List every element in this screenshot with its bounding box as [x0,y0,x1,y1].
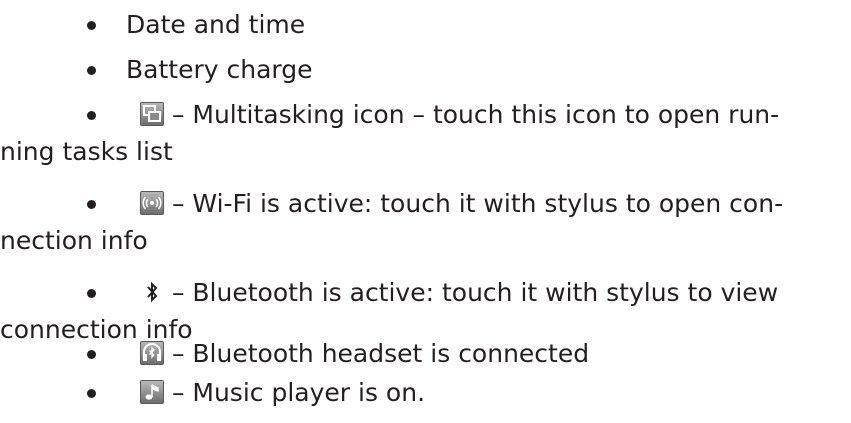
list-item: – Wi-Fi is active: touch it with stylus … [84,184,783,224]
list-item: – Multitasking icon – touch this icon to… [84,95,779,135]
multitasking-icon [140,102,164,126]
bullet [84,273,102,313]
bluetooth-icon [140,273,164,313]
bullet [84,334,102,374]
list-item-text: – Bluetooth headset is connected [164,339,590,368]
list-item-text: nection info [0,226,148,255]
list-item-text: – Wi-Fi is active: touch it with stylus … [164,189,784,218]
list-item: – Bluetooth is active: touch it with sty… [84,273,778,313]
list-item: – Bluetooth headset is connected [84,334,589,374]
bullet [84,5,102,45]
list-item: Date and time [84,5,305,45]
list-item-text: – Bluetooth is active: touch it with sty… [164,278,779,307]
bluetooth-headset-icon [140,341,164,365]
list-item-text: Date and time [126,10,306,39]
list-item-continuation: nection info [0,221,148,261]
list-item-text: ning tasks list [0,137,173,166]
list-item: Battery charge [84,50,312,90]
status-bar-icons-list: Date and time Battery charge – Multitask… [0,0,851,423]
wifi-icon [140,191,164,215]
list-item-continuation: ning tasks list [0,132,173,172]
list-item-text: – Music player is on. [164,378,426,407]
bullet [84,50,102,90]
bullet [84,95,102,135]
bullet [84,184,102,224]
bullet [84,373,102,413]
list-item: – Music player is on. [84,373,425,413]
music-player-icon [140,380,164,404]
list-item-text: – Multitasking icon – touch this icon to… [164,100,780,129]
list-item-text: Battery charge [126,55,313,84]
